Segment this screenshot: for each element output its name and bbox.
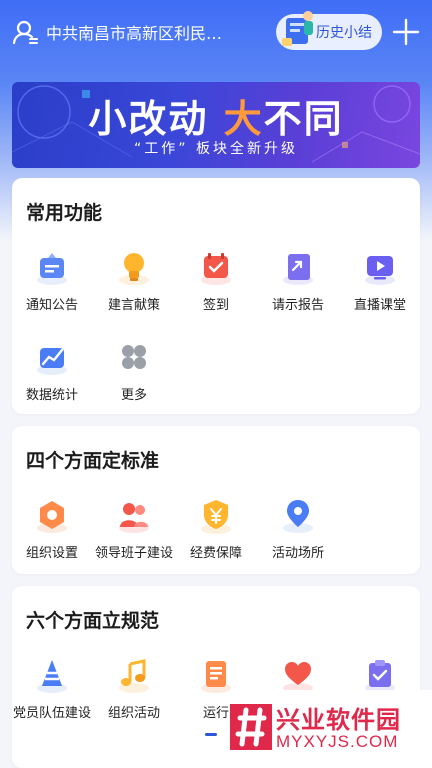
grid-item-org-activity[interactable]: 组织活动	[94, 656, 174, 736]
grid-item-member-team[interactable]: 党员队伍建设	[12, 656, 92, 736]
banner-title-part-a: 小改动	[88, 96, 209, 141]
page-indicator	[205, 733, 217, 736]
grid-item-leadership[interactable]: 领导班子建设	[94, 496, 174, 576]
banner-title-highlight: 大	[223, 96, 264, 141]
grid-item-label: 活动场所	[271, 546, 324, 561]
common-functions-title: 常用功能	[26, 202, 103, 224]
grid-item-organization[interactable]: 组织设置	[12, 496, 92, 576]
banner-title-part-c: 不同	[263, 96, 344, 141]
live-class-icon	[365, 256, 395, 285]
banner-subtitle: “工作” 板块全新升级	[134, 141, 298, 157]
four-standards-card: 四个方面定标准 组织设置 领导班子建设 经费保障 活动场所	[12, 426, 420, 574]
grid-item-report[interactable]: 请示报告	[258, 248, 338, 328]
history-summary-label: 历史小结	[316, 25, 372, 41]
calendar-checkin-icon	[201, 253, 231, 285]
grid-item-label: 更多	[120, 388, 147, 403]
cone-icon	[37, 660, 67, 693]
statistics-icon	[37, 348, 67, 375]
user-icon[interactable]	[12, 19, 38, 45]
leadership-icon	[119, 503, 149, 533]
watermark: 兴业软件园 MYXYJS.COM	[230, 690, 432, 768]
notice-icon	[37, 253, 67, 285]
more-icon	[122, 345, 146, 369]
organization-icon	[37, 501, 67, 533]
add-icon[interactable]	[392, 18, 420, 46]
four-standards-title: 四个方面定标准	[26, 450, 160, 472]
banner-title: 小改动 大不同	[12, 88, 420, 143]
lightbulb-icon	[119, 253, 149, 285]
funding-shield-icon	[201, 500, 231, 534]
grid-item-label: 直播课堂	[353, 298, 406, 313]
watermark-cn: 兴业软件园	[276, 706, 401, 734]
grid-item-notice[interactable]: 通知公告	[12, 248, 92, 328]
grid-item-live-class[interactable]: 直播课堂	[340, 248, 420, 328]
history-summary-button[interactable]: 历史小结	[276, 11, 382, 50]
grid-item-statistics[interactable]: 数据统计	[12, 338, 92, 418]
watermark-en: MYXYJS.COM	[276, 732, 399, 751]
grid-item-more[interactable]: 更多	[94, 338, 174, 418]
watermark-logo-icon	[230, 704, 272, 750]
organization-name[interactable]: 中共南昌市高新区利民…	[46, 20, 236, 44]
grid-item-funding[interactable]: 经费保障	[176, 496, 256, 576]
music-icon	[119, 659, 149, 693]
reading-figure-icon	[282, 11, 313, 46]
grid-item-checkin[interactable]: 签到	[176, 248, 256, 328]
grid-item-venue[interactable]: 活动场所	[258, 496, 338, 576]
location-icon	[283, 500, 313, 533]
six-norms-title: 六个方面立规范	[26, 610, 160, 632]
report-icon	[283, 254, 313, 285]
promo-banner[interactable]: 小改动 大不同 “工作” 板块全新升级	[12, 82, 420, 168]
common-functions-card: 常用功能 通知公告 建言献策 签到 请示报告 直播课堂 数据统计 更多	[12, 178, 420, 414]
grid-item-suggestion[interactable]: 建言献策	[94, 248, 174, 328]
